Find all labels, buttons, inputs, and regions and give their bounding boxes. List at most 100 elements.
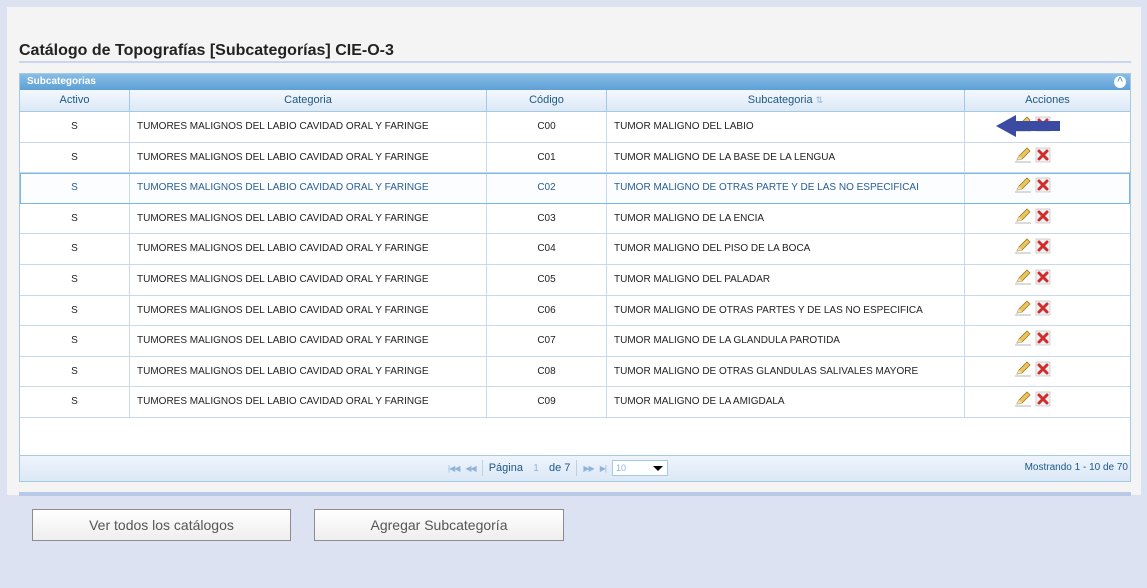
pencil-edit-icon[interactable] — [1015, 330, 1031, 346]
cell-activo: S — [20, 326, 130, 356]
column-header-subcategoria-label: Subcategoria — [747, 94, 813, 106]
pencil-edit-icon[interactable] — [1015, 238, 1031, 254]
table-row[interactable]: S TUMORES MALIGNOS DEL LABIO CAVIDAD ORAL… — [20, 142, 1130, 174]
pencil-edit-icon[interactable] — [1015, 299, 1031, 316]
pager-record-info: Mostrando 1 - 10 de 70 — [1024, 462, 1128, 473]
grid-body: S TUMORES MALIGNOS DEL LABIO CAVIDAD ORAL… — [20, 112, 1130, 418]
cell-activo: S — [20, 387, 130, 417]
delete-x-icon[interactable] — [1035, 177, 1051, 193]
cell-subcategoria: TUMOR MALIGNO DE LA BASE DE LA LENGUA — [607, 142, 965, 173]
cell-codigo: C08 — [487, 356, 607, 387]
prev-page-icon[interactable]: ◀◀ — [465, 464, 476, 473]
column-header-categoria[interactable]: Categoria — [130, 90, 487, 111]
title-divider — [19, 61, 1131, 63]
cell-codigo: C07 — [487, 326, 607, 356]
delete-x-icon[interactable] — [1035, 269, 1051, 285]
grid-pager: |◀◀ ◀◀ Página de 7 ▶▶ ▶| 10 Mostrando 1 … — [20, 455, 1130, 481]
page-label: Página — [488, 462, 523, 474]
pencil-edit-icon[interactable] — [1015, 147, 1031, 163]
row-actions — [1015, 238, 1051, 254]
cell-subcategoria: TUMOR MALIGNO DE LA GLANDULA PAROTIDA — [607, 326, 965, 356]
cell-subcategoria: TUMOR MALIGNO DE OTRAS PARTE Y DE LAS NO… — [607, 173, 965, 203]
column-header-codigo[interactable]: Código — [487, 90, 607, 111]
cell-acciones — [965, 204, 1130, 234]
cell-subcategoria: TUMOR MALIGNO DE LA ENCIA — [607, 203, 965, 234]
pager-separator — [576, 460, 578, 476]
add-subcategory-button[interactable]: Agregar Subcategoría — [314, 509, 564, 541]
cell-codigo: C09 — [487, 387, 607, 417]
delete-x-icon[interactable] — [1035, 330, 1051, 346]
page-number-input[interactable] — [528, 461, 543, 475]
table-row[interactable]: S TUMORES MALIGNOS DEL LABIO CAVIDAD ORAL… — [20, 326, 1130, 357]
delete-x-icon[interactable] — [1035, 300, 1051, 316]
column-header-acciones: Acciones — [1025, 94, 1070, 106]
cell-activo: S — [20, 264, 130, 295]
cell-acciones — [965, 326, 1130, 356]
view-all-catalogs-button[interactable]: Ver todos los catálogos — [32, 509, 291, 541]
pencil-edit-icon[interactable] — [1015, 177, 1031, 193]
cell-activo: S — [20, 234, 130, 264]
pencil-edit-icon[interactable] — [1015, 391, 1031, 407]
cell-activo: S — [20, 173, 130, 203]
cell-activo: S — [20, 295, 130, 326]
left-arrow-icon — [996, 115, 1060, 137]
delete-x-icon[interactable] — [1035, 238, 1051, 254]
cell-categoria: TUMORES MALIGNOS DEL LABIO CAVIDAD ORAL … — [130, 295, 487, 326]
cell-acciones — [965, 234, 1130, 264]
pencil-edit-icon[interactable] — [1015, 208, 1031, 224]
cell-categoria: TUMORES MALIGNOS DEL LABIO CAVIDAD ORAL … — [130, 326, 487, 356]
cell-subcategoria: TUMOR MALIGNO DEL PISO DE LA BOCA — [607, 234, 965, 264]
cell-activo: S — [20, 356, 130, 387]
collapse-circle-icon[interactable]: ^ — [1114, 76, 1126, 88]
row-actions — [1015, 361, 1051, 377]
delete-x-icon[interactable] — [1035, 361, 1051, 377]
cell-codigo: C02 — [487, 173, 607, 203]
cell-acciones — [965, 357, 1130, 387]
grid-caption-bar: Subcategorias ^ — [20, 74, 1130, 90]
table-row[interactable]: S TUMORES MALIGNOS DEL LABIO CAVIDAD ORAL… — [20, 295, 1130, 327]
cell-codigo: C01 — [487, 142, 607, 173]
pager-separator — [481, 460, 483, 476]
cell-activo: S — [20, 112, 130, 142]
table-row[interactable]: S TUMORES MALIGNOS DEL LABIO CAVIDAD ORAL… — [20, 112, 1130, 143]
row-actions — [1015, 177, 1051, 193]
pencil-edit-icon[interactable] — [1015, 361, 1031, 377]
table-row[interactable]: S TUMORES MALIGNOS DEL LABIO CAVIDAD ORAL… — [20, 356, 1130, 388]
cell-categoria: TUMORES MALIGNOS DEL LABIO CAVIDAD ORAL … — [130, 203, 487, 234]
table-row[interactable]: S TUMORES MALIGNOS DEL LABIO CAVIDAD ORAL… — [20, 173, 1130, 204]
cell-acciones — [965, 173, 1130, 203]
first-page-icon[interactable]: |◀◀ — [448, 464, 460, 473]
column-header-subcategoria[interactable]: Subcategoria ⇅ — [607, 90, 965, 111]
table-row[interactable]: S TUMORES MALIGNOS DEL LABIO CAVIDAD ORAL… — [20, 203, 1130, 235]
table-row[interactable]: S TUMORES MALIGNOS DEL LABIO CAVIDAD ORAL… — [20, 264, 1130, 296]
grid-header-row: Activo Categoria Código Subcategoria ⇅ A… — [20, 90, 1130, 112]
pencil-edit-icon[interactable] — [1015, 269, 1031, 285]
delete-x-icon[interactable] — [1035, 147, 1051, 163]
table-row[interactable]: S TUMORES MALIGNOS DEL LABIO CAVIDAD ORAL… — [20, 387, 1130, 418]
cell-codigo: C04 — [487, 234, 607, 264]
cell-codigo: C03 — [487, 203, 607, 234]
cell-categoria: TUMORES MALIGNOS DEL LABIO CAVIDAD ORAL … — [130, 112, 487, 142]
cell-acciones — [965, 296, 1130, 326]
row-actions — [1015, 391, 1051, 407]
delete-x-icon[interactable] — [1035, 391, 1051, 407]
cell-subcategoria: TUMOR MALIGNO DEL LABIO — [607, 112, 965, 142]
cell-acciones — [965, 143, 1130, 173]
row-actions — [1015, 208, 1051, 224]
rows-per-page-select[interactable]: 10 — [611, 460, 668, 476]
delete-x-icon[interactable] — [1035, 208, 1051, 224]
next-page-icon[interactable]: ▶▶ — [583, 464, 594, 473]
cell-categoria: TUMORES MALIGNOS DEL LABIO CAVIDAD ORAL … — [130, 142, 487, 173]
cell-subcategoria: TUMOR MALIGNO DE OTRAS GLANDULAS SALIVAL… — [607, 356, 965, 387]
cell-subcategoria: TUMOR MALIGNO DEL PALADAR — [607, 264, 965, 295]
column-header-activo[interactable]: Activo — [20, 90, 130, 111]
cell-codigo: C06 — [487, 295, 607, 326]
last-page-icon[interactable]: ▶| — [600, 464, 607, 473]
bottom-divider — [19, 492, 1131, 496]
table-row[interactable]: S TUMORES MALIGNOS DEL LABIO CAVIDAD ORAL… — [20, 234, 1130, 265]
grid-caption: Subcategorias — [27, 76, 96, 87]
page-of-label: de 7 — [548, 462, 571, 474]
subcategories-grid: Subcategorias ^ Activo Categoria Código … — [19, 73, 1131, 482]
row-actions — [1015, 147, 1051, 163]
cell-activo: S — [20, 203, 130, 234]
